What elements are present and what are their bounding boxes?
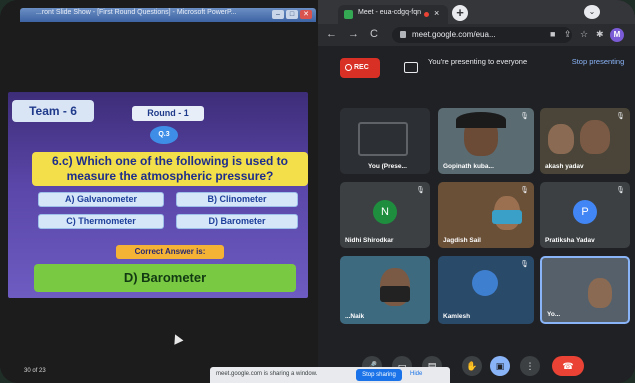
slide-counter: 30 of 23 <box>24 368 46 374</box>
presenting-status: You're presenting to everyone <box>428 57 528 66</box>
participant-name: Nidhi Shirodkar <box>345 237 394 244</box>
profile-avatar[interactable]: M <box>610 28 624 42</box>
window-controls: – □ ✕ <box>272 10 312 19</box>
extensions-icon[interactable]: ✱ <box>596 29 604 40</box>
option-b: B) Clinometer <box>176 192 298 207</box>
participant-name: Gopinath kuba... <box>443 163 494 170</box>
leave-call-button[interactable]: ☎ <box>552 356 584 376</box>
answer-box: D) Barometer <box>34 264 296 292</box>
participant-face <box>580 120 610 154</box>
hide-button[interactable]: Hide <box>410 371 422 377</box>
mic-off-icon: 🎙 <box>616 113 625 120</box>
sharing-notification: meet.google.com is sharing a window. Sto… <box>210 367 450 383</box>
mic-off-icon: 🎙 <box>520 113 529 120</box>
tab-bar: Meet - eua-cdgq-fqn × + ⌄ <box>318 0 635 24</box>
close-button[interactable]: ✕ <box>300 10 312 19</box>
question-number: Q.3 <box>150 126 178 144</box>
tile-you-camera[interactable]: Yo... <box>540 256 630 324</box>
mic-off-icon: 🎙 <box>616 187 625 194</box>
participant-name: Pratiksha Yadav <box>545 237 595 244</box>
raise-hand-button[interactable]: ✋ <box>462 356 482 376</box>
participant-avatar: P <box>573 200 597 224</box>
round-label: Round - 1 <box>132 106 204 121</box>
question-text: 6.c) Which one of the following is used … <box>32 152 308 186</box>
option-d: D) Barometer <box>176 214 298 229</box>
camera-icon[interactable]: ■ <box>550 29 555 39</box>
tab-meet[interactable]: Meet - eua-cdgq-fqn × <box>338 5 448 24</box>
forward-button[interactable]: → <box>348 28 359 40</box>
more-options-button[interactable]: ⋮ <box>520 356 540 376</box>
mic-off-icon: 🎙 <box>520 187 529 194</box>
tab-search-button[interactable]: ⌄ <box>584 5 600 19</box>
screen-frame: ...ront Slide Show - [First Round Questi… <box>0 0 635 383</box>
mic-off-icon: 🎙 <box>416 187 425 194</box>
option-c: C) Thermometer <box>38 214 164 229</box>
participant-face <box>548 124 574 154</box>
correct-answer-label: Correct Answer is: <box>116 245 224 259</box>
tile-you-presenting[interactable]: You (Prese... <box>340 108 430 174</box>
participant-name: Yo... <box>547 311 561 318</box>
stop-presenting-button[interactable]: Stop presenting <box>568 56 628 67</box>
powerpoint-window: ...ront Slide Show - [First Round Questi… <box>0 0 318 383</box>
recording-badge: REC <box>340 58 380 78</box>
new-tab-button[interactable]: + <box>452 5 468 21</box>
meet-favicon-icon <box>344 10 353 19</box>
url-text: meet.google.com/eua... <box>412 30 496 39</box>
participant-name: Kamlesh <box>443 313 471 320</box>
participant-avatar: N <box>373 200 397 224</box>
mic-off-icon: 🎙 <box>520 261 529 268</box>
option-a: A) Galvanometer <box>38 192 164 207</box>
bookmark-star-icon[interactable]: ☆ <box>580 29 588 40</box>
maximize-button[interactable]: □ <box>286 10 298 19</box>
lock-icon <box>400 31 406 38</box>
tile-jagdish[interactable]: 🎙 Jagdish Sail <box>438 182 534 248</box>
ppt-titlebar[interactable]: ...ront Slide Show - [First Round Questi… <box>20 8 316 22</box>
back-button[interactable]: ← <box>326 28 337 40</box>
tile-nidhi[interactable]: N 🎙 Nidhi Shirodkar <box>340 182 430 248</box>
stop-sharing-button[interactable]: Stop sharing <box>356 369 402 381</box>
mouse-cursor-icon <box>170 332 184 345</box>
meet-content: REC You're presenting to everyone Stop p… <box>318 46 635 383</box>
tile-akash[interactable]: 🎙 akash yadav <box>540 108 630 174</box>
screen-preview-icon <box>358 122 408 156</box>
quiz-slide: Team - 6 Round - 1 Q.3 6.c) Which one of… <box>8 92 308 298</box>
participant-avatar-image <box>472 270 498 296</box>
reload-button[interactable]: C <box>370 28 378 40</box>
team-label: Team - 6 <box>12 100 94 122</box>
tab-close-icon[interactable]: × <box>434 8 439 18</box>
participant-name: ...Naik <box>345 313 365 320</box>
address-bar[interactable]: meet.google.com/eua... <box>392 27 572 43</box>
present-button[interactable]: ▣ <box>490 356 510 376</box>
tile-pratiksha[interactable]: P 🎙 Pratiksha Yadav <box>540 182 630 248</box>
minimize-button[interactable]: – <box>272 10 284 19</box>
presenting-icon <box>404 62 418 73</box>
share-icon[interactable]: ⇪ <box>564 29 572 40</box>
participant-mask <box>492 210 522 224</box>
participant-face <box>588 278 612 308</box>
browser-toolbar: ← → C meet.google.com/eua... ■ ⇪ ☆ ✱ M <box>318 24 635 46</box>
tile-naik[interactable]: ...Naik <box>340 256 430 324</box>
tile-gopinath[interactable]: 🎙 Gopinath kuba... <box>438 108 534 174</box>
participant-name: You (Prese... <box>368 163 407 170</box>
ppt-window-title: ...ront Slide Show - [First Round Questi… <box>36 9 237 16</box>
chrome-window: Meet - eua-cdgq-fqn × + ⌄ ← → C meet.goo… <box>318 0 635 383</box>
tile-kamlesh[interactable]: 🎙 Kamlesh <box>438 256 534 324</box>
participant-name: akash yadav <box>545 163 584 170</box>
tab-label: Meet - eua-cdgq-fqn <box>358 9 422 16</box>
participant-mask <box>380 286 410 302</box>
participant-name: Jagdish Sail <box>443 237 481 244</box>
participant-hair <box>456 112 506 128</box>
sharing-text: meet.google.com is sharing a window. <box>216 371 318 377</box>
recording-dot-icon <box>424 12 429 17</box>
